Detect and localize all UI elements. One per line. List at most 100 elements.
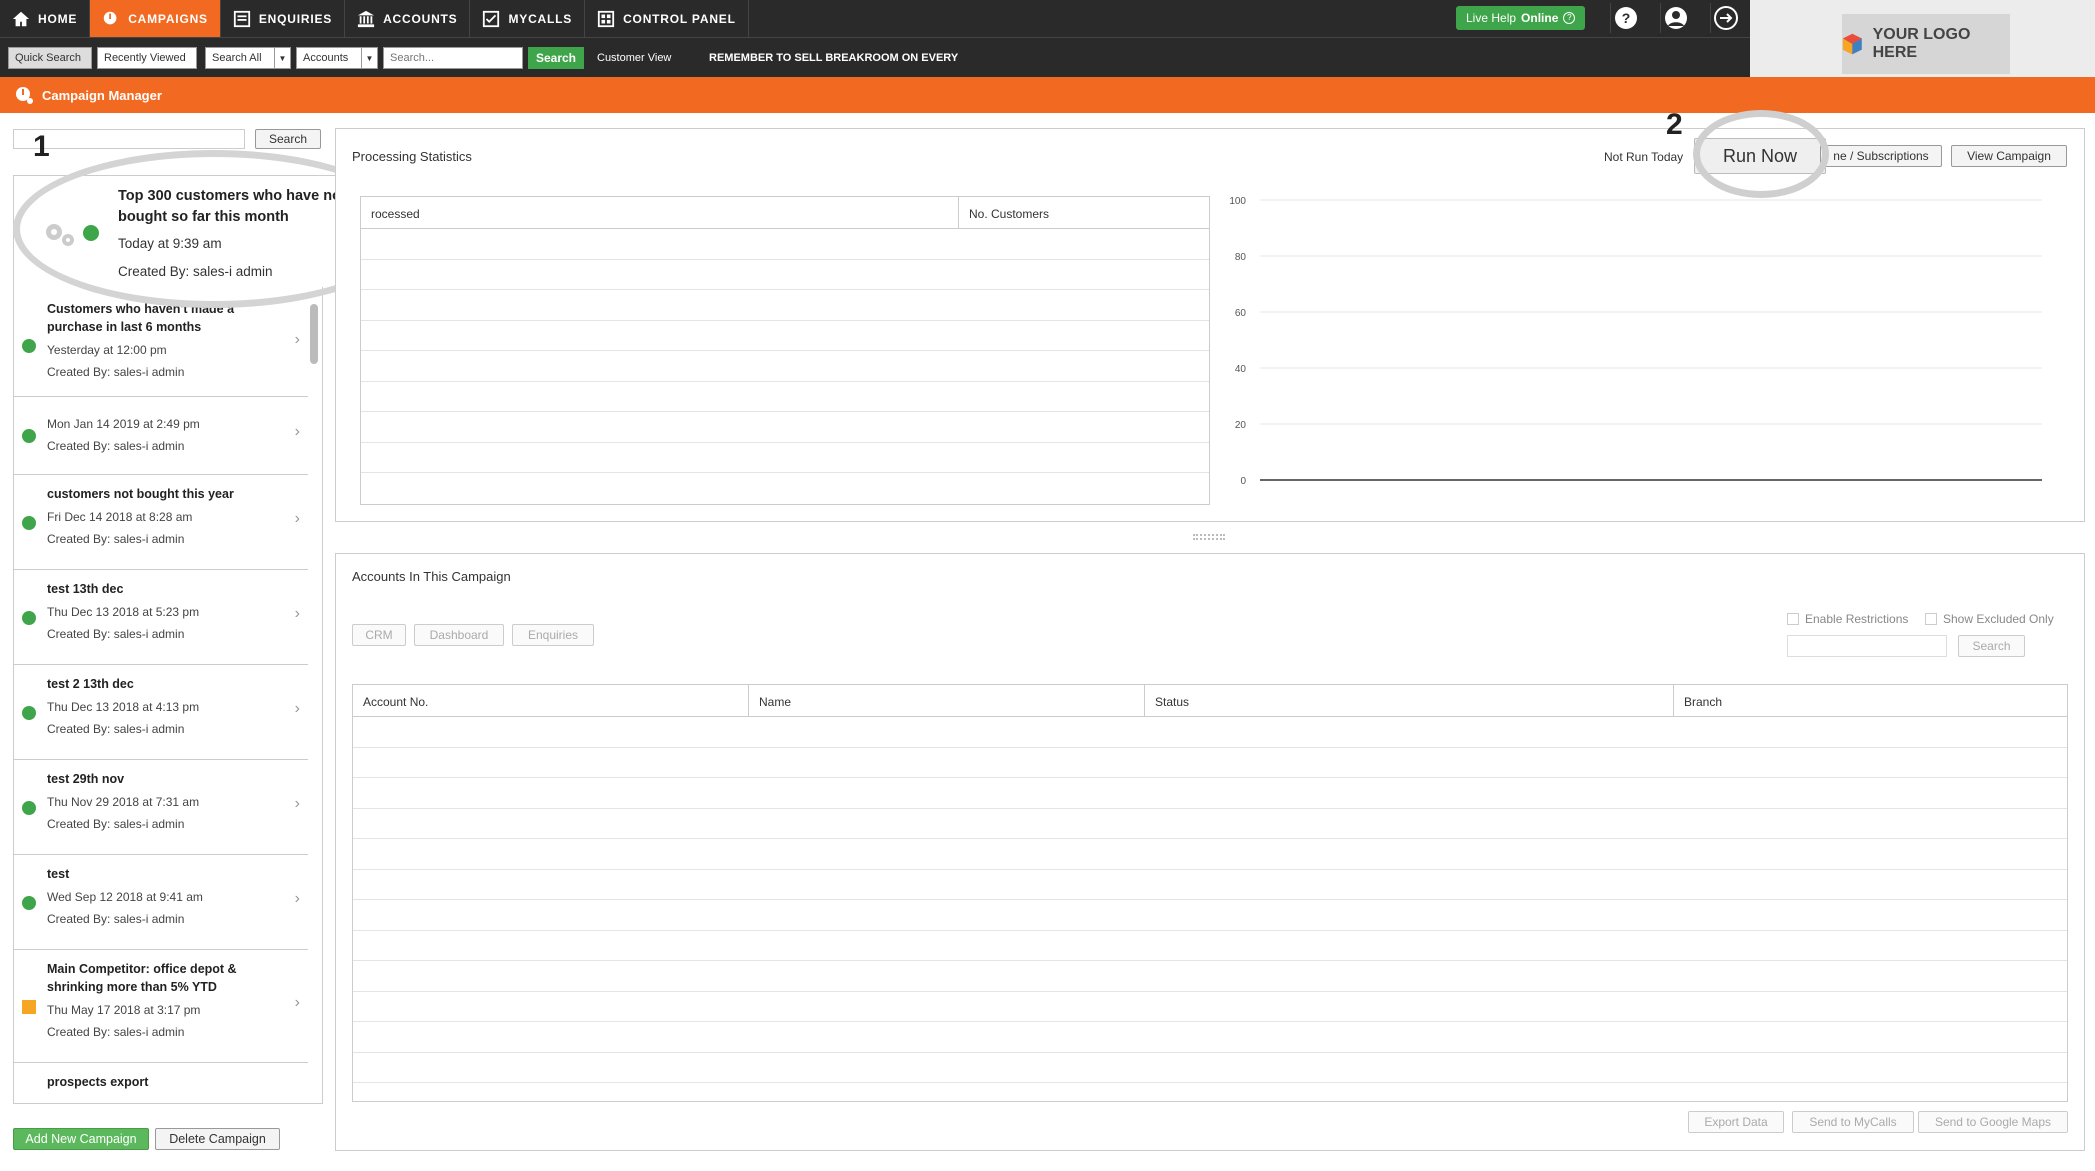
nav-accounts[interactable]: ACCOUNTS (345, 0, 471, 37)
enquiries-button[interactable]: Enquiries (512, 624, 594, 646)
campaign-creator: Created By: sales-i admin (47, 1025, 185, 1039)
campaign-time: Thu Dec 13 2018 at 5:23 pm (47, 605, 200, 619)
user-icon (1664, 7, 1687, 29)
add-new-campaign-button[interactable]: Add New Campaign (13, 1128, 149, 1150)
live-help-status: Online (1521, 11, 1559, 25)
reminder-text: REMEMBER TO SELL BREAKROOM ON EVERY (709, 52, 959, 64)
chevron-right-icon: › (294, 795, 300, 812)
accounts-select[interactable]: Accounts ▼ (296, 47, 378, 69)
campaign-item[interactable]: test Wed Sep 12 2018 at 9:41 am Created … (14, 855, 308, 950)
nav-control-panel[interactable]: CONTROL PANEL (585, 0, 749, 37)
chevron-right-icon: › (294, 331, 300, 348)
highlight-circle-2 (1693, 110, 1829, 198)
statistics-chart: 100 80 60 40 20 0 (1230, 196, 2042, 487)
table-row (361, 443, 1209, 473)
table-row (353, 870, 2067, 900)
export-data-button[interactable]: Export Data (1688, 1111, 1784, 1133)
nav-mycalls[interactable]: MYCALLS (470, 0, 586, 37)
campaign-creator: Created By: sales-i admin (47, 439, 185, 453)
send-to-mycalls-button[interactable]: Send to MyCalls (1792, 1111, 1914, 1133)
campaign-list: Customers who haven't made a purchase in… (13, 175, 323, 1104)
table-row (353, 809, 2067, 839)
checkbox-label: Show Excluded Only (1943, 612, 2054, 626)
dropdown-arrow-icon: ▼ (361, 48, 377, 68)
help-button[interactable]: ? (1610, 3, 1640, 33)
customer-view-link[interactable]: Customer View (597, 52, 671, 64)
chevron-right-icon: › (294, 510, 300, 527)
list-scrollbar[interactable] (310, 304, 318, 364)
search-bar: Quick Search Recently Viewed Search All … (0, 37, 1750, 77)
campaign-time: Fri Dec 14 2018 at 8:28 am (47, 510, 193, 524)
nav-enquiries[interactable]: ENQUIRIES (221, 0, 346, 37)
nav-label: CONTROL PANEL (623, 11, 736, 26)
column-header-name[interactable]: Name (749, 685, 1145, 716)
panel-title: Processing Statistics (352, 149, 472, 164)
nav-home[interactable]: HOME (0, 0, 91, 37)
svg-text:?: ? (1621, 10, 1630, 26)
view-campaign-button[interactable]: View Campaign (1951, 145, 2067, 167)
column-header-status[interactable]: Status (1145, 685, 1674, 716)
send-to-google-maps-button[interactable]: Send to Google Maps (1918, 1111, 2068, 1133)
table-row (353, 1022, 2067, 1053)
status-dot-green (22, 429, 36, 443)
y-tick-label: 80 (1235, 252, 1247, 263)
campaign-time: Thu Dec 13 2018 at 4:13 pm (47, 700, 200, 714)
crm-button[interactable]: CRM (352, 624, 406, 646)
table-row (353, 1053, 2067, 1083)
quick-search-button[interactable]: Search (528, 47, 584, 69)
quick-search-input[interactable] (383, 47, 523, 69)
dashboard-button[interactable]: Dashboard (414, 624, 504, 646)
nav-campaigns[interactable]: CAMPAIGNS (90, 0, 221, 37)
accounts-search-button[interactable]: Search (1958, 635, 2025, 657)
campaign-title: customers not bought this year (47, 487, 234, 501)
campaign-title: test 13th dec (47, 582, 124, 596)
column-header-branch[interactable]: Branch (1674, 685, 2067, 716)
schedule-subscriptions-button[interactable]: ne / Subscriptions (1820, 145, 1942, 167)
campaign-search-button[interactable]: Search (255, 129, 321, 149)
recently-viewed-tab[interactable]: Recently Viewed (97, 47, 197, 69)
y-tick-label: 100 (1230, 196, 1246, 207)
show-excluded-checkbox[interactable]: Show Excluded Only (1925, 612, 2054, 626)
column-header-account-no[interactable]: Account No. (353, 685, 749, 716)
campaigns-icon (104, 11, 117, 24)
accounts-search-input[interactable] (1787, 635, 1947, 657)
campaign-creator: Created By: sales-i admin (47, 627, 185, 641)
campaign-item[interactable]: test 29th nov Thu Nov 29 2018 at 7:31 am… (14, 760, 308, 855)
column-header-processed[interactable]: rocessed (361, 197, 959, 228)
campaign-item[interactable]: prospects export (14, 1063, 308, 1103)
nav-label: ENQUIRIES (258, 11, 333, 26)
table-row (353, 839, 2067, 870)
enable-restrictions-checkbox[interactable]: Enable Restrictions (1787, 612, 1908, 626)
chevron-right-icon: › (294, 423, 300, 440)
table-row (361, 260, 1209, 290)
resize-handle[interactable] (1193, 534, 1225, 540)
top-navigation: HOME CAMPAIGNS ENQUIRIES ACCOUNTS MYCALL… (0, 0, 1750, 37)
campaign-creator: Created By: sales-i admin (47, 912, 185, 926)
table-row (353, 900, 2067, 931)
campaign-creator: Created By: sales-i admin (47, 817, 185, 831)
campaign-item[interactable]: Mon Jan 14 2019 at 2:49 pm Created By: s… (14, 397, 308, 475)
campaign-item[interactable]: customers not bought this year Fri Dec 1… (14, 475, 308, 570)
campaign-title: prospects export (47, 1075, 149, 1089)
search-all-select[interactable]: Search All ▼ (205, 47, 291, 69)
status-dot-green (22, 611, 36, 625)
quick-search-tab[interactable]: Quick Search (8, 47, 92, 69)
campaign-time: Yesterday at 12:00 pm (47, 343, 167, 357)
campaign-item[interactable]: test 2 13th dec Thu Dec 13 2018 at 4:13 … (14, 665, 308, 760)
profile-button[interactable] (1660, 3, 1690, 33)
campaign-time: Thu Nov 29 2018 at 7:31 am (47, 795, 200, 809)
table-row (361, 229, 1209, 260)
run-status-text: Not Run Today (1604, 150, 1684, 164)
campaign-item[interactable]: Main Competitor: office depot & shrinkin… (14, 950, 308, 1063)
campaign-title: test (47, 867, 70, 881)
control-panel-icon (597, 10, 615, 27)
nav-label: HOME (38, 11, 78, 26)
delete-campaign-button[interactable]: Delete Campaign (155, 1128, 280, 1150)
live-help-button[interactable]: Live Help Online ? (1456, 6, 1586, 30)
checkbox-box (1787, 613, 1799, 625)
column-header-customers[interactable]: No. Customers (959, 197, 1209, 228)
campaign-item[interactable]: test 13th dec Thu Dec 13 2018 at 5:23 pm… (14, 570, 308, 665)
chevron-right-icon: › (294, 700, 300, 717)
table-row (353, 961, 2067, 992)
logout-button[interactable] (1710, 3, 1740, 33)
